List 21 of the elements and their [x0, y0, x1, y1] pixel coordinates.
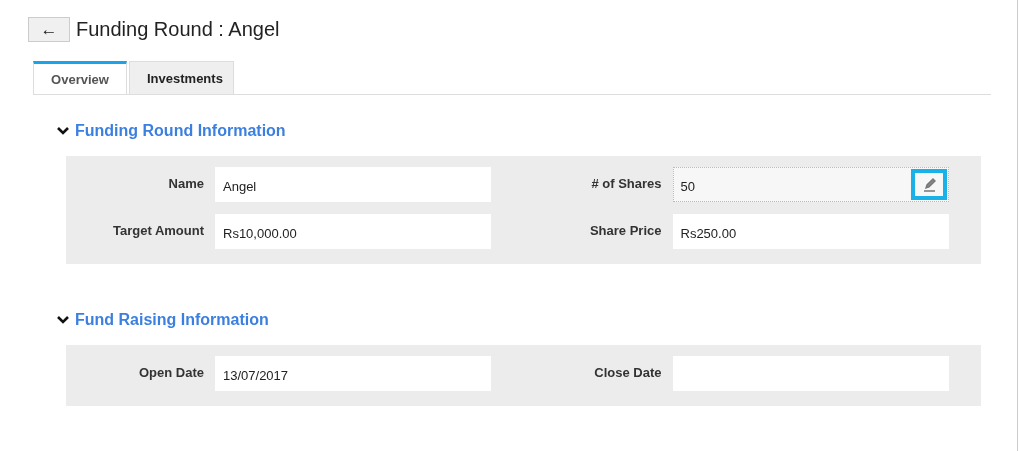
chevron-icon[interactable]: [57, 316, 69, 324]
tab[interactable]: Overview: [33, 61, 127, 94]
field-label: # of Shares: [590, 175, 662, 191]
field-value[interactable]: Angel: [215, 167, 491, 202]
field-value[interactable]: 50: [672, 167, 949, 202]
back-button[interactable]: ←: [28, 17, 70, 42]
edit-button[interactable]: [910, 169, 947, 200]
field-value[interactable]: Rs250.00: [672, 214, 949, 249]
page-title: Funding Round : Angel: [76, 18, 280, 41]
field-value[interactable]: 13/07/2017: [215, 356, 491, 391]
field-label: Open Date: [138, 364, 204, 380]
field-label: Target Amount: [112, 222, 204, 238]
pencil-icon: [921, 177, 936, 192]
section-title[interactable]: Fund Raising Information: [75, 311, 269, 329]
field-label: Name: [167, 175, 204, 191]
field-label: Share Price: [588, 222, 662, 238]
chevron-icon[interactable]: [57, 127, 69, 135]
tab[interactable]: Investments: [129, 61, 234, 94]
field-value[interactable]: Rs10,000.00: [215, 214, 491, 249]
field-label: Close Date: [593, 364, 662, 380]
section-title[interactable]: Funding Round Information: [75, 122, 286, 140]
